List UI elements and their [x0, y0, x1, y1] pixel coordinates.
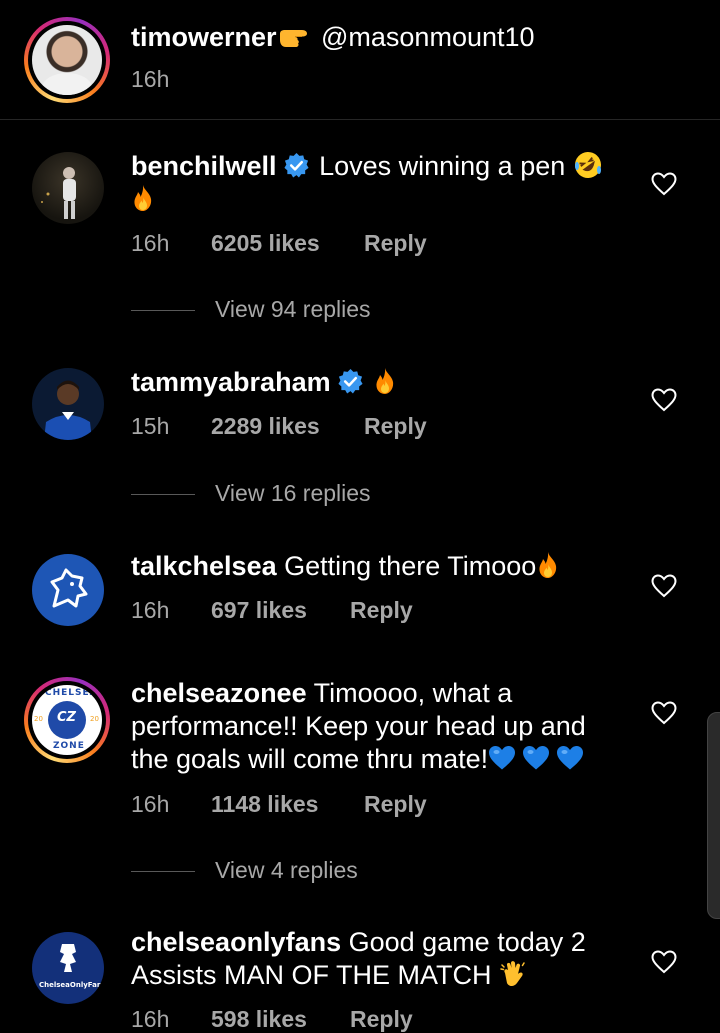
like-heart-icon[interactable] — [651, 172, 677, 196]
like-heart-icon[interactable] — [651, 574, 677, 598]
reply-button[interactable]: Reply — [364, 791, 427, 818]
post-caption-mention[interactable]: @masonmount10 — [321, 22, 535, 53]
comment-text: talkchelsea Getting there Timooo — [131, 550, 560, 583]
blue-heart-icon — [488, 743, 516, 773]
avatar[interactable]: ChelseaOnlyFans — [32, 932, 104, 1004]
comment-text: benchilwell Loves winning a pen — [131, 150, 603, 183]
reply-button[interactable]: Reply — [364, 413, 427, 440]
comment-text: tammyabraham — [131, 366, 397, 399]
likes-count[interactable]: 697 likes — [211, 597, 307, 624]
avatar-logo-mid-text: CZ — [57, 710, 76, 725]
blue-heart-icon — [556, 743, 584, 773]
rolling-laughing-icon — [573, 150, 603, 180]
avatar-logo-left-text: 20 — [34, 715, 43, 723]
avatar[interactable] — [32, 25, 102, 95]
comment-time: 15h — [131, 413, 170, 439]
comment-text-line2 — [131, 183, 155, 216]
view-replies-label: View 94 replies — [215, 296, 371, 322]
reply-button[interactable]: Reply — [350, 597, 413, 624]
comment-username[interactable]: talkchelsea — [131, 551, 277, 581]
comment-username[interactable]: tammyabraham — [131, 367, 331, 397]
comment-body: Getting there Timooo — [284, 551, 537, 581]
post-username[interactable]: timowerner — [131, 22, 277, 53]
blue-heart-icon — [522, 743, 550, 773]
comment-time: 16h — [131, 230, 170, 256]
comment-text-line2: performance!! Keep your head up and — [131, 711, 586, 741]
view-replies-button[interactable]: View 4 replies — [131, 857, 531, 887]
view-replies-button[interactable]: View 94 replies — [131, 296, 531, 326]
fire-icon — [131, 183, 155, 213]
avatar-logo-top-text: CHELSEA — [45, 688, 98, 698]
fire-icon — [373, 366, 397, 396]
comment-time: 16h — [131, 791, 170, 817]
likes-count[interactable]: 1148 likes — [211, 791, 318, 818]
avatar-logo-right-text: 20 — [90, 715, 99, 723]
comment-body-line3: the goals will come thru mate! — [131, 744, 489, 774]
divider — [131, 494, 195, 495]
scrollbar-thumb[interactable] — [707, 712, 720, 919]
divider — [131, 310, 195, 311]
verified-badge-icon — [283, 152, 310, 179]
clapping-wave-icon — [499, 959, 527, 989]
avatar[interactable]: CHELSEA CZ ZONE 20 20 — [24, 677, 110, 763]
lion-crest-icon — [60, 944, 76, 972]
comment-username[interactable]: chelseaonlyfans — [131, 927, 341, 957]
comment-body: Loves winning a pen — [319, 151, 566, 181]
comment-text: chelseaonlyfans Good game today 2 — [131, 926, 586, 959]
comment-body: Timoooo, what a — [313, 678, 513, 708]
view-replies-button[interactable]: View 16 replies — [131, 480, 531, 510]
comment-text: chelseazonee Timoooo, what a — [131, 677, 512, 710]
comment-time: 16h — [131, 597, 170, 623]
comment-text-line3: the goals will come thru mate! — [131, 743, 584, 776]
avatar[interactable] — [32, 368, 104, 440]
reply-button[interactable]: Reply — [364, 230, 427, 257]
avatar-logo-bottom-text: ZONE — [53, 741, 85, 751]
comment-body: Good game today 2 — [348, 927, 586, 957]
comment-username[interactable]: chelseazonee — [131, 678, 307, 708]
like-heart-icon[interactable] — [651, 388, 677, 412]
avatar[interactable] — [32, 152, 104, 224]
avatar-logo: CHELSEA CZ ZONE 20 20 — [32, 685, 102, 755]
view-replies-label: View 4 replies — [215, 857, 358, 883]
avatar[interactable] — [32, 554, 104, 626]
divider — [131, 871, 195, 872]
likes-count[interactable]: 6205 likes — [211, 230, 320, 257]
like-heart-icon[interactable] — [651, 701, 677, 725]
likes-count[interactable]: 2289 likes — [211, 413, 320, 440]
verified-badge-icon — [337, 368, 364, 395]
post-header: timowerner @masonmount10 16h — [0, 0, 720, 120]
view-replies-label: View 16 replies — [215, 480, 371, 506]
pointing-right-icon — [278, 25, 314, 51]
like-heart-icon[interactable] — [651, 950, 677, 974]
comment-username[interactable]: benchilwell — [131, 151, 277, 181]
fire-icon — [536, 550, 560, 580]
comment-body-line2: Assists MAN OF THE MATCH — [131, 960, 492, 990]
post-timestamp: 16h — [131, 66, 170, 92]
comment-text-line2: Assists MAN OF THE MATCH — [131, 959, 527, 992]
avatar-text: ChelseaOnlyFans — [39, 981, 104, 989]
